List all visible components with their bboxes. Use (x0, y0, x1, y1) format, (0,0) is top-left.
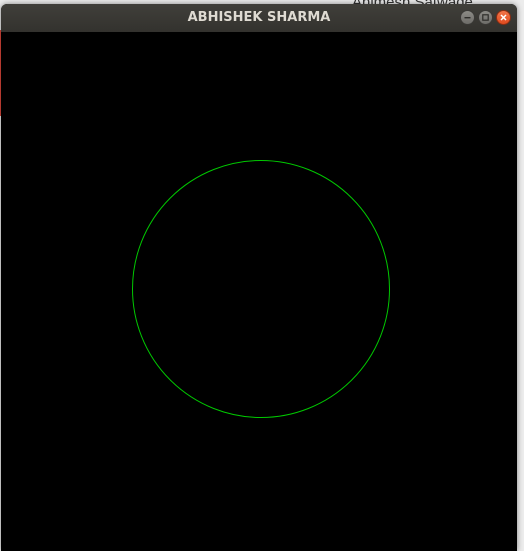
window-controls (460, 10, 511, 25)
minimize-icon (464, 17, 471, 19)
minimize-button[interactable] (460, 10, 475, 25)
drawing-canvas[interactable] (1, 32, 517, 551)
canvas-svg (132, 160, 390, 418)
close-button[interactable] (496, 10, 511, 25)
window-titlebar[interactable]: ABHISHEK SHARMA (1, 4, 517, 32)
window-title: ABHISHEK SHARMA (187, 10, 331, 25)
maximize-icon (482, 14, 489, 21)
app-window: ABHISHEK SHARMA (1, 4, 517, 551)
maximize-button[interactable] (478, 10, 493, 25)
close-icon (500, 14, 507, 21)
green-circle (132, 160, 390, 418)
